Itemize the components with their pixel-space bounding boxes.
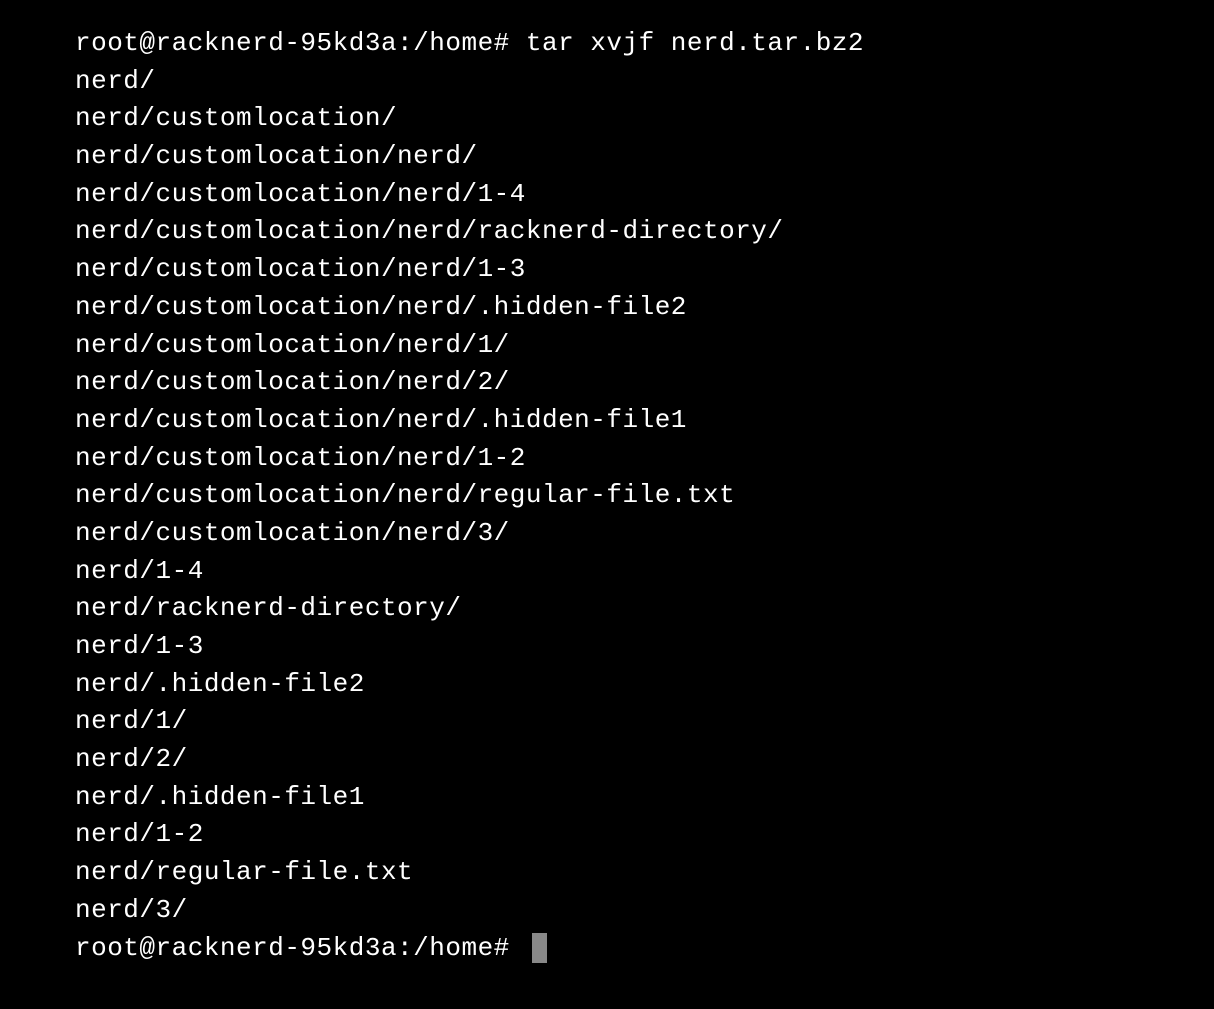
output-line: nerd/customlocation/nerd/regular-file.tx… [75,477,1139,515]
output-line: nerd/2/ [75,741,1139,779]
output-line: nerd/customlocation/nerd/1-2 [75,440,1139,478]
terminal-window[interactable]: root@racknerd-95kd3a:/home# tar xvjf ner… [75,25,1139,967]
output-line: nerd/customlocation/ [75,100,1139,138]
cursor-icon [532,933,547,963]
output-line: nerd/.hidden-file1 [75,779,1139,817]
output-line: nerd/customlocation/nerd/1-4 [75,176,1139,214]
output-line: nerd/.hidden-file2 [75,666,1139,704]
output-line: nerd/customlocation/nerd/.hidden-file1 [75,402,1139,440]
output-line: nerd/customlocation/nerd/.hidden-file2 [75,289,1139,327]
output-line: nerd/1-3 [75,628,1139,666]
command-text: tar xvjf nerd.tar.bz2 [526,28,864,58]
output-line: nerd/regular-file.txt [75,854,1139,892]
active-prompt-line[interactable]: root@racknerd-95kd3a:/home# [75,930,1139,968]
output-line: nerd/customlocation/nerd/1-3 [75,251,1139,289]
output-line: nerd/customlocation/nerd/ [75,138,1139,176]
output-line: nerd/3/ [75,892,1139,930]
output-line: nerd/1-2 [75,816,1139,854]
output-line: nerd/ [75,63,1139,101]
output-line: nerd/customlocation/nerd/2/ [75,364,1139,402]
shell-prompt: root@racknerd-95kd3a:/home# [75,28,526,58]
output-line: nerd/racknerd-directory/ [75,590,1139,628]
output-line: nerd/customlocation/nerd/racknerd-direct… [75,213,1139,251]
shell-prompt: root@racknerd-95kd3a:/home# [75,930,526,968]
output-line: nerd/customlocation/nerd/1/ [75,327,1139,365]
output-line: nerd/1/ [75,703,1139,741]
output-line: nerd/customlocation/nerd/3/ [75,515,1139,553]
command-line: root@racknerd-95kd3a:/home# tar xvjf ner… [75,25,1139,63]
output-line: nerd/1-4 [75,553,1139,591]
